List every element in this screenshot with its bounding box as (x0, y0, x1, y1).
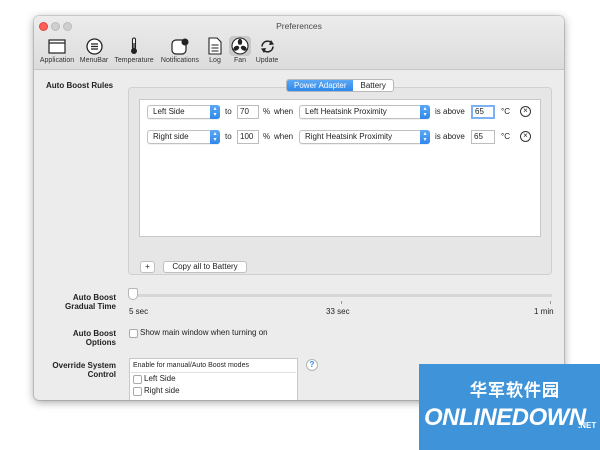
toolbar-item-temperature[interactable]: Temperature (113, 36, 155, 68)
refresh-arrows-icon (256, 36, 278, 56)
percent-unit-label: % (263, 107, 271, 116)
slider-tick (550, 301, 551, 304)
toolbar-label: Update (255, 57, 279, 64)
document-log-icon (204, 36, 226, 56)
toolbar-item-application[interactable]: Application (38, 36, 76, 68)
toolbar-label: Notifications (160, 57, 200, 64)
thermometer-icon (123, 36, 145, 56)
watermark-suffix: .NET (578, 421, 597, 430)
preferences-window: Preferences Application MenuBar Temperat… (34, 16, 564, 400)
condition-label: is above (435, 132, 465, 141)
window-title: Preferences (276, 21, 322, 31)
percent-field[interactable]: 100 (237, 130, 259, 144)
toolbar-label: Log (209, 57, 221, 64)
gradual-time-slider-track[interactable] (132, 294, 552, 297)
title-bar: Preferences Application MenuBar Temperat… (34, 16, 564, 70)
when-label: when (274, 107, 294, 116)
chevron-updown-icon: ▴ ▾ (210, 130, 220, 144)
threshold-field[interactable]: 65 (471, 130, 495, 144)
options-label-line1: Auto Boost (72, 329, 116, 338)
percent-field[interactable]: 70 (237, 105, 259, 119)
remove-rule-icon[interactable]: × (520, 106, 531, 117)
show-main-window-label: Show main window when turning on (140, 328, 268, 337)
slider-max-label: 1 min (534, 307, 554, 316)
override-list: Enable for manual/Auto Boost modes Left … (129, 358, 298, 400)
watermark-cn-text: 华军软件园 (470, 381, 560, 400)
rule-row: Left Side ▴ ▾ to 70 % when Left Heatsink … (140, 105, 540, 121)
remove-rule-icon[interactable]: × (520, 131, 531, 142)
override-right-side-checkbox[interactable] (133, 387, 142, 396)
slider-tick (341, 301, 342, 304)
toolbar-item-update[interactable]: Update (254, 36, 280, 68)
gradual-time-label: Auto Boost Gradual Time (46, 293, 116, 311)
side-popup[interactable]: Right side ▴ ▾ (147, 130, 220, 144)
fan-preferences-pane: Auto Boost Rules Power Adapter Battery L… (34, 71, 564, 400)
gradual-time-label-line1: Auto Boost (72, 293, 116, 302)
condition-label: is above (435, 107, 465, 116)
side-value: Right side (153, 132, 189, 141)
sensor-value: Right Heatsink Proximity (305, 132, 393, 141)
percent-unit-label: % (263, 132, 271, 141)
show-main-window-checkbox[interactable] (129, 329, 138, 338)
application-window-icon (46, 36, 68, 56)
toolbar-item-notifications[interactable]: Notifications (158, 36, 202, 68)
override-label-line2: Control (87, 370, 116, 379)
slider-mid-label: 33 sec (326, 307, 350, 316)
toolbar-label: MenuBar (79, 57, 109, 64)
toolbar-label: Fan (233, 57, 247, 64)
chevron-updown-icon: ▴ ▾ (210, 105, 220, 119)
menu-lines-icon (83, 36, 105, 56)
override-left-side-checkbox[interactable] (133, 375, 142, 384)
fan-icon (229, 36, 251, 56)
unit-label: °C (501, 132, 510, 141)
tab-battery[interactable]: Battery (353, 80, 392, 91)
power-source-segmented-control: Power Adapter Battery (286, 79, 394, 92)
rules-list: Left Side ▴ ▾ to 70 % when Left Heatsink … (139, 99, 541, 237)
copy-all-to-battery-button[interactable]: Copy all to Battery (163, 261, 247, 273)
gradual-time-label-line2: Gradual Time (65, 302, 116, 311)
sensor-popup[interactable]: Right Heatsink Proximity ▴ ▾ (299, 130, 430, 144)
threshold-field[interactable]: 65 (471, 105, 495, 119)
override-list-header: Enable for manual/Auto Boost modes (133, 362, 249, 369)
to-label: to (225, 132, 232, 141)
to-label: to (225, 107, 232, 116)
help-icon[interactable]: ? (306, 359, 318, 371)
chevron-updown-icon: ▴ ▾ (420, 105, 430, 119)
toolbar-item-fan[interactable]: Fan (228, 36, 252, 68)
slider-min-label: 5 sec (129, 307, 149, 316)
side-value: Left Side (153, 107, 185, 116)
sensor-popup[interactable]: Left Heatsink Proximity ▴ ▾ (299, 105, 430, 119)
add-rule-button[interactable]: + (140, 261, 155, 273)
toolbar-label: Temperature (114, 57, 154, 64)
tab-power-adapter[interactable]: Power Adapter (287, 80, 354, 91)
toolbar-label: Application (39, 57, 75, 64)
side-popup[interactable]: Left Side ▴ ▾ (147, 105, 220, 119)
notification-badge-icon (169, 36, 191, 56)
gradual-time-slider-thumb[interactable] (128, 288, 138, 300)
options-label-line2: Options (85, 338, 116, 347)
override-label-line1: Override System (52, 361, 116, 370)
rule-row: Right side ▴ ▾ to 100 % when Right Heatsi… (140, 130, 540, 146)
toolbar-item-menubar[interactable]: MenuBar (78, 36, 110, 68)
watermark-en-text: ONLINEDOWN (424, 404, 586, 431)
override-right-side-label: Right side (144, 386, 180, 395)
unit-label: °C (501, 107, 510, 116)
auto-boost-rules-label: Auto Boost Rules (46, 81, 114, 90)
chevron-updown-icon: ▴ ▾ (420, 130, 430, 144)
toolbar-item-log[interactable]: Log (204, 36, 226, 68)
when-label: when (274, 132, 294, 141)
sensor-value: Left Heatsink Proximity (305, 107, 387, 116)
override-system-control-label: Override System Control (46, 361, 116, 379)
auto-boost-options-label: Auto Boost Options (46, 329, 116, 347)
